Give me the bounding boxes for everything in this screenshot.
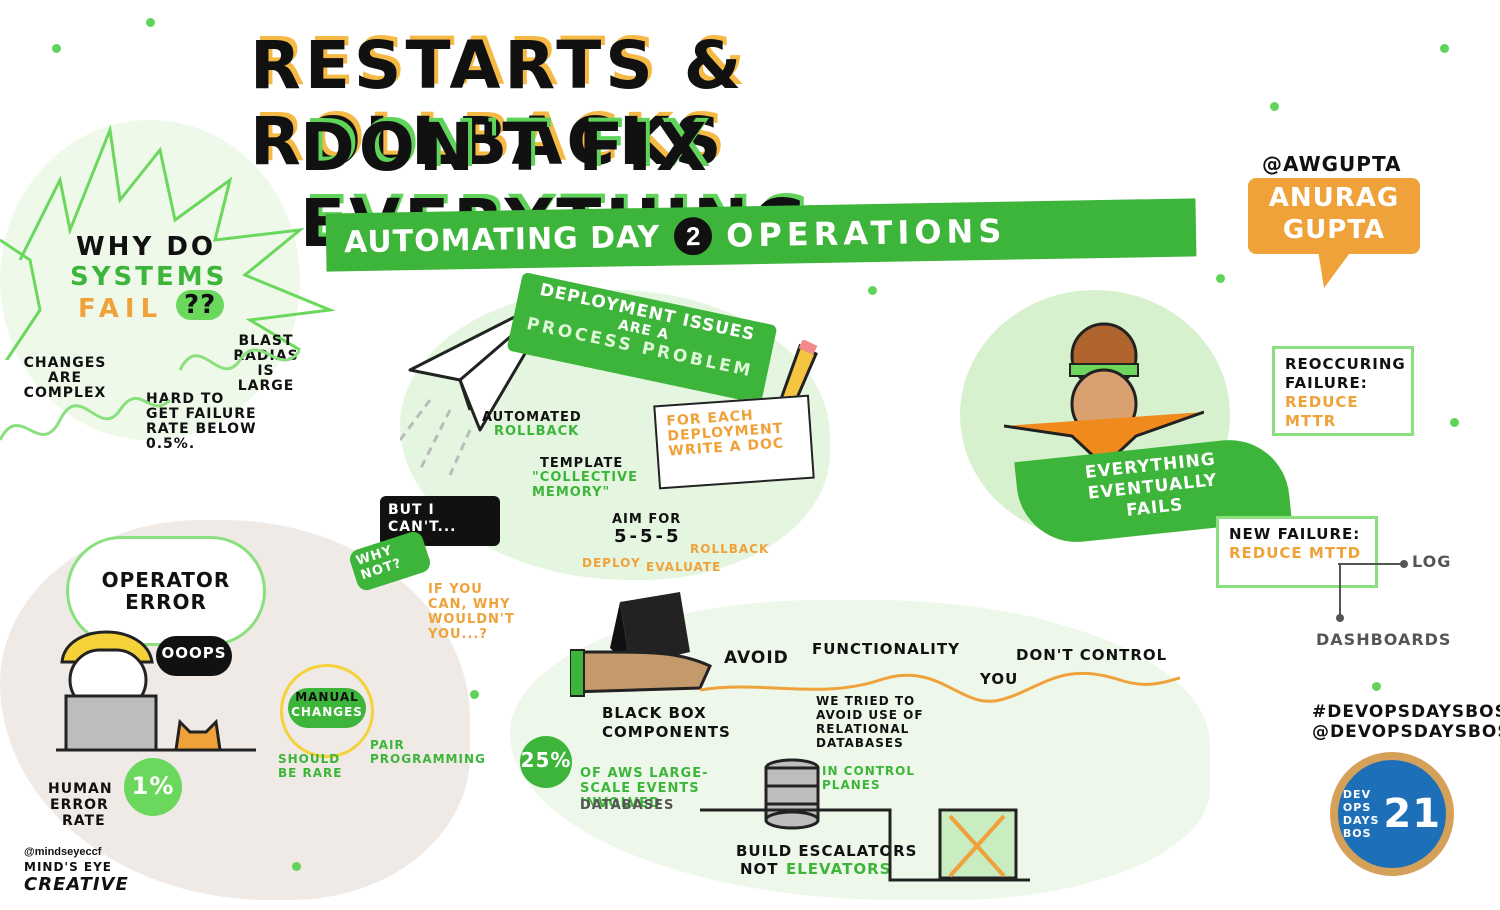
aws-text-2: DATABASES (580, 798, 675, 813)
credit-line2: CREATIVE (24, 874, 129, 895)
but-text: BUT I CAN'T... (388, 502, 457, 535)
speaker-handle: @AWGUPTA (1262, 152, 1402, 176)
event-logo-line1: DEV (1342, 788, 1372, 801)
automated-label: AUTOMATED (482, 410, 582, 425)
operator-title-line1: OPERATOR (101, 568, 231, 592)
dot (1440, 44, 1449, 53)
black-box-icon (570, 592, 712, 697)
rollback2-label: ROLLBACK (690, 542, 770, 556)
event-logo: DEV OPS DAYS BOS 21 (1330, 752, 1454, 876)
why-q4: ?? (176, 290, 225, 320)
dot (292, 862, 301, 871)
log-label: LOG (1412, 552, 1452, 571)
dot (146, 18, 155, 27)
sss-label: 5-5-5 (614, 526, 682, 547)
deploy-label: DEPLOY (582, 556, 641, 570)
avoid-2: FUNCTIONALITY (812, 640, 960, 658)
speaker-name-line1: ANURAG (1268, 183, 1400, 213)
banner-number: 2 (673, 216, 713, 256)
human-line1: HUMAN (48, 781, 113, 797)
speaker-bubble-tail (1318, 250, 1352, 288)
avoid-3: YOU (980, 670, 1019, 688)
event-logo-line3: DAYS (1342, 814, 1380, 827)
dot (868, 286, 877, 295)
squiggle-icon (0, 348, 300, 441)
person-icon (56, 630, 256, 752)
manual-bubble: MANUAL CHANGES (288, 688, 366, 728)
why-q3: FAIL (78, 294, 164, 324)
pair-text: PAIR PROGRAMMING (370, 738, 486, 766)
human-line3: RATE (62, 813, 106, 829)
tried-text: WE TRIED TO AVOID USE OF RELATIONAL DATA… (816, 694, 924, 750)
event-logo-line4: BOS (1342, 827, 1372, 840)
tried-green: IN CONTROL PLANES (822, 764, 916, 792)
dot (1450, 418, 1459, 427)
manual-line2: CHANGES (291, 705, 363, 719)
dashboards-label: DASHBOARDS (1316, 630, 1452, 649)
speaker-name-line2: GUPTA (1282, 215, 1386, 245)
human-line2: ERROR (50, 797, 109, 813)
pct-circle: 25% (520, 736, 572, 788)
dot (1372, 682, 1381, 691)
banner-text-end: OPERATIONS (725, 211, 1007, 255)
operator-title-line2: ERROR (125, 590, 207, 614)
if-you-text: IF YOU CAN, WHY WOULDN'T YOU...? (428, 582, 515, 642)
doc-text: FOR EACH DEPLOYMENT WRITE A DOC (665, 407, 785, 460)
new-failure-title: NEW FAILURE: (1229, 525, 1361, 543)
event-logo-words: DEV OPS DAYS BOS (1343, 788, 1379, 840)
pct-text: 25% (520, 748, 572, 772)
why-q2: SYSTEMS (70, 262, 228, 292)
template-label: TEMPLATE (540, 456, 624, 471)
reoccur-value: REDUCE MTTR (1285, 393, 1359, 430)
event-handle: @DEVOPSDAYSBOS (1312, 722, 1500, 742)
event-logo-year: 21 (1383, 791, 1442, 837)
dot (1270, 102, 1279, 111)
rollback-label: ROLLBACK (494, 424, 580, 439)
speaker-name-bubble: ANURAG GUPTA (1248, 178, 1420, 254)
credit-line1: MIND'S EYE (24, 860, 112, 874)
credit-handle: @mindseyeccf (24, 846, 102, 858)
dot (470, 690, 479, 699)
banner-text: AUTOMATING DAY (343, 219, 661, 260)
reoccur-box: REOCCURING FAILURE: REDUCE MTTR (1272, 346, 1414, 436)
doc-card: FOR EACH DEPLOYMENT WRITE A DOC (653, 394, 815, 490)
why-q1: WHY DO (76, 232, 217, 262)
why-not-text: WHY NOT? (354, 543, 404, 584)
aim-label: AIM FOR (612, 512, 682, 527)
rare-text: SHOULD BE RARE (278, 752, 343, 780)
manual-line1: MANUAL (295, 690, 359, 704)
reoccur-title: REOCCURING FAILURE: (1285, 355, 1406, 392)
evaluate-label: EVALUATE (646, 560, 722, 574)
avoid-4: DON'T CONTROL (1016, 646, 1168, 664)
collective-label: "COLLECTIVE MEMORY" (532, 470, 638, 500)
dot (1216, 274, 1225, 283)
event-hashtag: #DEVOPSDAYSBOS (1312, 702, 1500, 722)
dot (52, 44, 61, 53)
rate-circle: 1% (124, 758, 182, 816)
avoid-1: AVOID (724, 648, 789, 668)
rate-text: 1% (131, 772, 175, 800)
event-logo-line2: OPS (1342, 801, 1372, 814)
elevator-icon (700, 808, 1030, 882)
connector-lines-icon (1336, 560, 1408, 622)
